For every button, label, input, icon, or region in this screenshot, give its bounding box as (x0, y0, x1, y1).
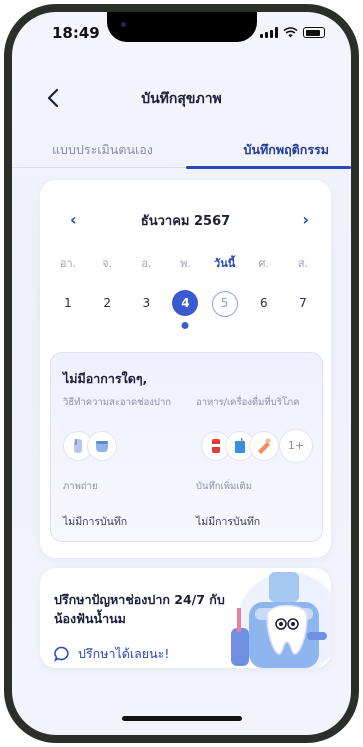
date-cell[interactable]: 6 (246, 290, 282, 316)
tab-self-assessment[interactable]: แบบประเมินตนเอง (52, 140, 153, 160)
signal-icon (260, 27, 278, 38)
chevron-right-icon[interactable]: › (302, 210, 309, 229)
weekday-label: จ. (102, 257, 113, 270)
wifi-icon (283, 27, 298, 38)
date-cell[interactable]: 7 (285, 290, 321, 316)
status-time: 18:49 (52, 24, 100, 42)
food-drink-label: อาหาร/เครื่องดื่มที่บริโภค (196, 397, 300, 408)
photo-value: ไม่มีการบันทึก (63, 516, 128, 528)
phone-frame: 18:49 บันทึกสุขภาพ แบบประเมินตนเอง บันทึ… (4, 4, 359, 743)
date-cell-selected[interactable]: 4 (167, 290, 203, 329)
tab-behavior-log[interactable]: บันทึกพฤติกรรม (244, 140, 329, 160)
weekday-label: ส. (297, 257, 309, 270)
tab-bar: แบบประเมินตนเอง บันทึกพฤติกรรม (12, 132, 351, 169)
active-tab-indicator (186, 166, 351, 169)
more-items-count[interactable]: 1+ (279, 429, 313, 463)
weekday-label: อา. (59, 257, 77, 270)
date-cell[interactable]: 1 (50, 290, 86, 316)
consult-link-label: ปรึกษาได้เลยนะ! (78, 646, 170, 661)
photo-label: ภาพถ่าย (63, 481, 98, 492)
calendar-card: ‹ ธันวาคม 2567 › อา. จ. อ. พ. วันนี้ ศ. … (40, 180, 331, 558)
month-label: ธันวาคม 2567 (140, 214, 231, 229)
status-icons (260, 27, 325, 38)
app-screen: 18:49 บันทึกสุขภาพ แบบประเมินตนเอง บันทึ… (12, 12, 351, 735)
consult-title: ปรึกษาปัญหาช่องปาก 24/7 กับน้องฟันน้ำนม (54, 592, 225, 626)
weekday-label-today: วันนี้ (214, 257, 236, 270)
consult-banner[interactable]: ปรึกษาปัญหาช่องปาก 24/7 กับน้องฟันน้ำนม … (40, 568, 331, 668)
tooth-mascot-illustration (231, 572, 331, 668)
page-title: บันทึกสุขภาพ (141, 91, 222, 107)
weekday-label: ศ. (258, 257, 270, 270)
consult-link[interactable]: ปรึกษาได้เลยนะ! (54, 644, 169, 664)
date-cell[interactable]: 3 (128, 290, 164, 316)
note-label: บันทึกเพิ่มเติม (196, 481, 252, 492)
has-entry-dot (181, 322, 189, 329)
date-cell[interactable]: 2 (89, 290, 125, 316)
chat-bubble-icon (54, 646, 69, 662)
summary-title: ไม่มีอาการใดๆ, (63, 371, 148, 386)
month-navigator: ‹ ธันวาคม 2567 › (40, 210, 331, 230)
battery-icon (303, 27, 325, 38)
home-indicator[interactable] (121, 716, 242, 721)
weekday-label: อ. (141, 257, 152, 270)
date-cell-today[interactable]: 5 (207, 290, 243, 317)
candy-icon (249, 431, 279, 461)
weekday-label: พ. (180, 257, 191, 270)
floss-icon (87, 431, 117, 461)
weekday-row: อา. จ. อ. พ. วันนี้ ศ. ส. (50, 254, 321, 272)
note-value: ไม่มีการบันทึก (196, 516, 261, 528)
date-row: 1 2 3 4 5 6 7 (50, 290, 321, 329)
page-header: บันทึกสุขภาพ (12, 80, 351, 120)
daily-summary-card[interactable]: ไม่มีอาการใดๆ, วิธีทำความสะอาดช่องปาก อา… (50, 352, 323, 542)
status-bar: 18:49 (12, 24, 351, 48)
cleaning-method-label: วิธีทำความสะอาดช่องปาก (63, 397, 172, 408)
